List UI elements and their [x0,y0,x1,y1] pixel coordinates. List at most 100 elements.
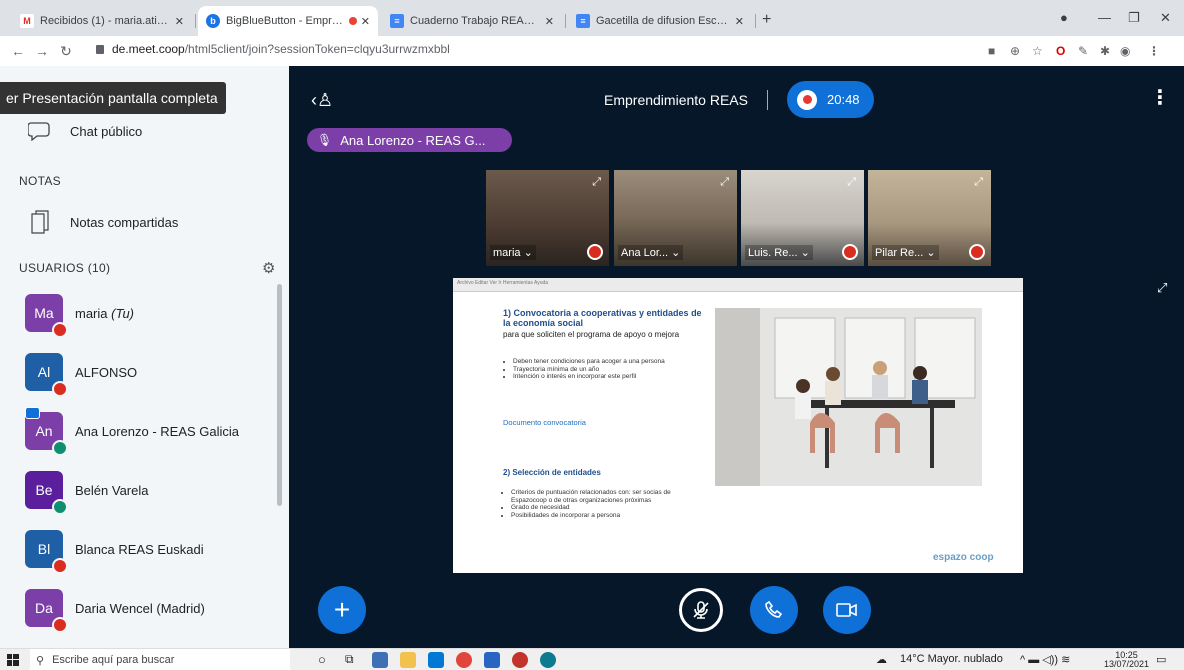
opera-extension-icon[interactable]: O [1056,44,1065,58]
video-username[interactable]: Luis. Re... ⌄ [745,245,813,260]
tab-cuaderno[interactable]: ≡ Cuaderno Trabajo REAS RdR 202 ✕ [382,6,562,36]
gmail-icon: M [20,14,34,28]
close-icon[interactable]: ✕ [175,15,184,28]
camera-icon[interactable]: ■ [988,44,995,58]
forward-icon[interactable]: → [30,43,54,59]
title-divider [767,90,768,110]
extension-icon[interactable]: ✎ [1078,44,1088,58]
user-self-tag: (Tu) [111,305,135,321]
opera-icon[interactable] [512,652,528,668]
user-list-item[interactable]: An Ana Lorenzo - REAS Galicia [0,402,278,460]
taskbar-search[interactable]: ⚲ Escribe aquí para buscar [30,649,290,670]
user-list-item[interactable]: Be Belén Varela [0,461,278,519]
microphone-muted-icon [693,601,709,619]
user-list-item[interactable]: Al ALFONSO [0,343,278,401]
recording-button[interactable]: 20:48 [787,81,874,118]
avatar: An [25,407,68,456]
avatar-icon[interactable]: ◉ [1120,44,1130,58]
tab-gacetilla[interactable]: ≡ Gacetilla de difusion Escuela.doc ✕ [568,6,752,36]
weather-text[interactable]: 14°C Mayor. nublado [900,653,1003,665]
tab-title: Gacetilla de difusion Escuela.doc [596,15,731,27]
star-icon[interactable]: ☆ [1032,44,1043,58]
lock-icon [96,44,104,54]
zoom-icon[interactable]: ⊕ [1010,44,1020,58]
app-icon[interactable] [372,652,388,668]
user-list-item[interactable]: Ma maria (Tu) [0,284,278,342]
clock[interactable]: 10:25 13/07/2021 [1104,651,1149,669]
shared-notes-item[interactable]: Notas compartidas [0,208,178,236]
edge-icon[interactable] [540,652,556,668]
url-path: /html5client/join?sessionToken=clqyu3urr… [184,42,450,56]
video-username[interactable]: maria ⌄ [490,245,536,260]
expand-icon[interactable]: ⤢ [847,176,856,189]
expand-icon[interactable]: ⤢ [592,176,601,189]
docs-icon: ≡ [390,14,404,28]
teams-icon[interactable] [484,652,500,668]
avatar: Ma [25,294,68,338]
file-explorer-icon[interactable] [400,652,416,668]
weather-icon: ☁ [876,654,887,666]
muted-mic-icon [52,381,68,397]
toggle-userlist-icon[interactable]: ‹♙ [311,90,333,111]
new-tab-button[interactable]: + [762,12,771,28]
video-tile[interactable]: ⤢ Luis. Re... ⌄ [741,170,864,266]
options-menu-icon[interactable]: ⋮ [1150,88,1170,108]
close-icon[interactable]: ✕ [545,15,554,28]
tray-icons[interactable]: ^ ▬ ◁)) ≋ [1020,653,1070,666]
avatar: Be [25,471,68,515]
tab-title: BigBlueButton - Emprendimi [226,15,345,27]
avatar-initials: Da [35,600,53,616]
chrome-icon[interactable] [456,652,472,668]
search-placeholder: Escribe aquí para buscar [52,654,175,666]
expand-icon[interactable]: ⤢ [974,176,983,189]
notifications-icon[interactable]: ▭ [1156,653,1166,666]
reload-icon[interactable]: ↻ [54,43,78,60]
slide-heading-1: 1) Convocatoria a cooperativas y entidad… [503,308,702,328]
talking-indicator[interactable]: 🎙 Ana Lorenzo - REAS G... [307,128,512,152]
user-name-text: Blanca REAS Euskadi [75,541,204,557]
public-chat-item[interactable]: Chat público [0,119,142,143]
user-list-item[interactable]: Da Daria Wencel (Madrid) [0,579,278,637]
video-tile[interactable]: ⤢ Pilar Re... ⌄ [868,170,991,266]
cortana-icon[interactable]: ○ [318,652,334,668]
avatar-initials: Al [37,364,51,380]
puzzle-icon[interactable]: ✱ [1100,44,1110,58]
restore-icon[interactable]: ❐ [1128,10,1140,26]
unmute-button[interactable] [679,588,723,632]
skype-icon[interactable] [428,652,444,668]
muted-mic-icon [52,558,68,574]
video-username[interactable]: Pilar Re... ⌄ [872,245,939,260]
convocatoria-link[interactable]: Documento convocatoria [503,418,586,427]
user-list-scrollbar[interactable] [277,284,282,506]
presentation-slide[interactable]: Archivo Editar Ver Ir Herramientas Ayuda… [453,278,1023,573]
talker-name: Ana Lorenzo - REAS G... [340,132,486,148]
video-username[interactable]: Ana Lor... ⌄ [618,245,684,260]
close-icon[interactable]: ✕ [361,15,370,28]
profile-icon[interactable]: ● [1060,10,1068,25]
video-tile[interactable]: ⤢ maria ⌄ [486,170,609,266]
audio-phone-button[interactable] [750,586,798,634]
url-field[interactable]: de.meet.coop /html5client/join?sessionTo… [96,42,450,56]
meeting-main-area: ‹♙ Emprendimiento REAS 20:48 ⋮ 🎙 Ana Lor… [289,66,1184,648]
user-options-gear-icon[interactable]: ⚙ [262,259,275,277]
phone-icon [765,600,783,618]
video-tile[interactable]: ⤢ Ana Lor... ⌄ [614,170,737,266]
add-action-button[interactable]: + [318,586,366,634]
expand-icon[interactable]: ⤢ [720,176,729,189]
windows-start-icon[interactable] [0,649,26,670]
share-webcam-button[interactable] [823,586,871,634]
fullscreen-icon[interactable]: ⤢ [1157,280,1167,296]
browser-tab-bar: M Recibidos (1) - maria.atienza.andr ✕ b… [0,0,1184,36]
close-window-icon[interactable]: ✕ [1160,10,1171,26]
menu-icon[interactable]: ⋮ [1148,44,1160,58]
close-icon[interactable]: ✕ [735,15,744,28]
list-item: Deben tener condiciones para acoger a un… [513,358,685,366]
tab-gmail[interactable]: M Recibidos (1) - maria.atienza.andr ✕ [12,6,192,36]
tab-bigbluebutton[interactable]: b BigBlueButton - Emprendimi ✕ [198,6,378,36]
user-list-item[interactable]: Bl Blanca REAS Euskadi [0,520,278,578]
minimize-icon[interactable]: — [1098,10,1111,25]
url-host: de.meet.coop [112,42,185,56]
back-icon[interactable]: ← [6,43,30,59]
task-view-icon[interactable]: ⧉ [345,652,361,668]
user-name: maria (Tu) [75,306,134,321]
